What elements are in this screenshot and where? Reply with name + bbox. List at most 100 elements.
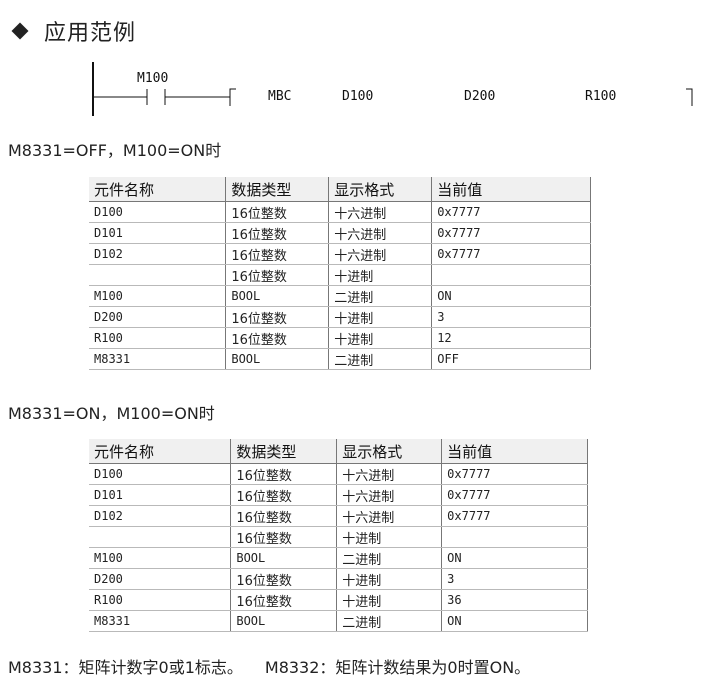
column-header: 显示格式: [336, 439, 443, 464]
table-row: D101 16位整数 十六进制 0x7777: [89, 222, 591, 244]
data-type-cell: 16位整数: [225, 222, 330, 244]
instruction-left-bracket: [229, 88, 236, 106]
display-format-cell: 二进制: [336, 610, 443, 632]
case1-condition: M8331=OFF，M100=ON时: [8, 141, 222, 160]
display-format-cell: 十六进制: [336, 463, 443, 485]
display-format-cell: 十六进制: [328, 222, 433, 244]
monitor-table-case1: 元件名称 数据类型 显示格式 当前值 D100 16位整数 十六进制 0x7777 D101 16…: [89, 177, 591, 370]
data-type-cell: 16位整数: [225, 243, 330, 265]
current-value-cell: 0x7777: [441, 505, 588, 527]
element-name-cell: R100: [89, 327, 227, 349]
operand-2: D200: [464, 89, 496, 104]
table-row: D102 16位整数 十六进制 0x7777: [89, 505, 588, 527]
current-value-cell: OFF: [431, 348, 591, 370]
data-type-cell: BOOL: [225, 285, 330, 307]
display-format-cell: 十进制: [336, 526, 443, 548]
footnote-m8332: M8332：矩阵计数结果为0时置ON。: [264, 658, 531, 677]
element-name-cell: D200: [89, 306, 227, 328]
element-name-cell: D100: [89, 201, 227, 223]
table-row: D101 16位整数 十六进制 0x7777: [89, 484, 588, 506]
current-value-cell: 0x7777: [431, 201, 591, 223]
table-row: M8331 BOOL 二进制 OFF: [89, 348, 591, 370]
element-name-cell: M8331: [89, 348, 227, 370]
diamond-bullet-icon: [11, 22, 29, 40]
element-name-cell: M8331: [89, 610, 232, 632]
element-name-cell: D102: [89, 505, 232, 527]
data-type-cell: 16位整数: [225, 306, 330, 328]
element-name-cell: [89, 526, 232, 548]
element-name-cell: D100: [89, 463, 232, 485]
display-format-cell: 十六进制: [336, 484, 443, 506]
element-name-cell: R100: [89, 589, 232, 611]
display-format-cell: 十进制: [328, 327, 433, 349]
element-name-cell: D102: [89, 243, 227, 265]
element-name-cell: [89, 264, 227, 286]
display-format-cell: 十六进制: [328, 201, 433, 223]
monitor-table-case2: 元件名称 数据类型 显示格式 当前值 D100 16位整数 十六进制 0x7777 D101 16…: [89, 439, 588, 632]
table-row: R100 16位整数 十进制 12: [89, 327, 591, 349]
data-type-cell: 16位整数: [225, 264, 330, 286]
display-format-cell: 二进制: [336, 547, 443, 569]
column-header: 数据类型: [225, 177, 330, 202]
current-value-cell: ON: [431, 285, 591, 307]
table-row: 16位整数 十进制: [89, 526, 588, 548]
data-type-cell: 16位整数: [225, 327, 330, 349]
current-value-cell: 0x7777: [431, 243, 591, 265]
table-row: M100 BOOL 二进制 ON: [89, 285, 591, 307]
display-format-cell: 二进制: [328, 285, 433, 307]
current-value-cell: 0x7777: [441, 463, 588, 485]
current-value-cell: 3: [441, 568, 588, 590]
display-format-cell: 二进制: [328, 348, 433, 370]
section-title: 应用范例: [44, 21, 137, 46]
element-name-cell: D200: [89, 568, 232, 590]
data-type-cell: 16位整数: [230, 526, 338, 548]
table-row: M8331 BOOL 二进制 ON: [89, 610, 588, 632]
current-value-cell: 12: [431, 327, 591, 349]
table-header-row: 元件名称 数据类型 显示格式 当前值: [89, 439, 588, 464]
data-type-cell: BOOL: [230, 610, 338, 632]
column-header: 当前值: [431, 177, 591, 202]
operand-1: D100: [342, 89, 374, 104]
table-row: D102 16位整数 十六进制 0x7777: [89, 243, 591, 265]
instruction-mnemonic: MBC: [268, 89, 292, 104]
column-header: 数据类型: [230, 439, 338, 464]
footnote-m8331: M8331：矩阵计数字0或1标志。: [8, 658, 243, 677]
table-row: D200 16位整数 十进制 3: [89, 568, 588, 590]
display-format-cell: 十进制: [328, 264, 433, 286]
table-row: M100 BOOL 二进制 ON: [89, 547, 588, 569]
current-value-cell: [441, 526, 588, 548]
data-type-cell: 16位整数: [230, 589, 338, 611]
element-name-cell: M100: [89, 285, 227, 307]
element-name-cell: D101: [89, 222, 227, 244]
display-format-cell: 十进制: [336, 568, 443, 590]
table-row: D100 16位整数 十六进制 0x7777: [89, 463, 588, 485]
data-type-cell: BOOL: [225, 348, 330, 370]
current-value-cell: 36: [441, 589, 588, 611]
data-type-cell: 16位整数: [230, 463, 338, 485]
case2-condition: M8331=ON，M100=ON时: [8, 404, 215, 423]
operand-3: R100: [585, 89, 617, 104]
table-row: D100 16位整数 十六进制 0x7777: [89, 201, 591, 223]
data-type-cell: 16位整数: [230, 568, 338, 590]
element-name-cell: D101: [89, 484, 232, 506]
section-heading: 应用范例: [10, 14, 136, 48]
data-type-cell: 16位整数: [230, 484, 338, 506]
column-header: 元件名称: [89, 439, 232, 464]
display-format-cell: 十六进制: [336, 505, 443, 527]
current-value-cell: 3: [431, 306, 591, 328]
column-header: 显示格式: [328, 177, 433, 202]
display-format-cell: 十六进制: [328, 243, 433, 265]
instruction-right-bracket: [686, 88, 693, 106]
display-format-cell: 十进制: [336, 589, 443, 611]
data-type-cell: 16位整数: [225, 201, 330, 223]
current-value-cell: [431, 264, 591, 286]
current-value-cell: 0x7777: [441, 484, 588, 506]
table-row: D200 16位整数 十进制 3: [89, 306, 591, 328]
display-format-cell: 十进制: [328, 306, 433, 328]
table-header-row: 元件名称 数据类型 显示格式 当前值: [89, 177, 591, 202]
current-value-cell: 0x7777: [431, 222, 591, 244]
current-value-cell: ON: [441, 547, 588, 569]
footnote: M8331：矩阵计数字0或1标志。 M8332：矩阵计数结果为0时置ON。: [8, 654, 530, 678]
data-type-cell: 16位整数: [230, 505, 338, 527]
table-row: R100 16位整数 十进制 36: [89, 589, 588, 611]
